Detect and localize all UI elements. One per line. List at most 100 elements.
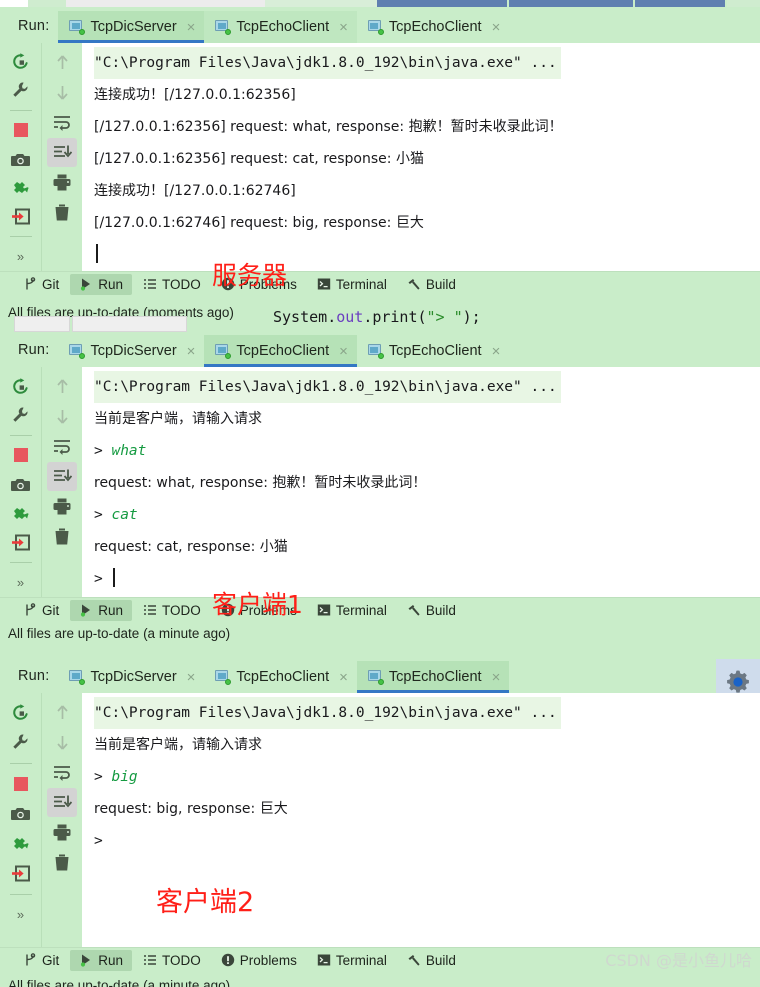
tab-tcpechoclient-b-2[interactable]: TcpEchoClient × xyxy=(357,335,509,367)
toolbar-problems-3[interactable]: Problems xyxy=(212,950,306,971)
toolbar-build-3[interactable]: Build xyxy=(398,950,465,971)
toolbar-label: Git xyxy=(42,602,60,618)
close-icon[interactable]: × xyxy=(187,344,196,359)
tab-tcpechoclient-b-3[interactable]: TcpEchoClient × xyxy=(356,661,510,693)
toolbar-problems-1[interactable]: Problems xyxy=(212,274,306,295)
wrench-icon[interactable] xyxy=(6,401,36,429)
close-icon[interactable]: × xyxy=(492,344,501,359)
text-caret xyxy=(113,568,116,587)
user-input: what xyxy=(111,443,147,459)
todo-list-icon xyxy=(144,605,157,615)
toolbar-terminal-3[interactable]: Terminal xyxy=(308,950,396,971)
close-icon[interactable]: × xyxy=(492,20,501,35)
gutter-divider xyxy=(9,763,32,764)
tab-tcpdicserver-2[interactable]: TcpDicServer × xyxy=(58,335,204,367)
sync-status-2: All files are up-to-date (a minute ago) xyxy=(0,622,760,644)
toolbar-label: Git xyxy=(42,952,60,968)
console-output-3[interactable]: "C:\Program Files\Java\jdk1.8.0_192\bin\… xyxy=(82,693,760,947)
expand-more-icon[interactable]: » xyxy=(6,568,36,596)
soft-wrap-icon[interactable] xyxy=(47,758,77,787)
scroll-to-end-icon[interactable] xyxy=(47,788,77,817)
scroll-to-end-icon[interactable] xyxy=(47,138,77,167)
arrow-up-icon[interactable] xyxy=(47,372,77,401)
arrow-down-icon[interactable] xyxy=(47,728,77,757)
attach-process-icon[interactable] xyxy=(6,528,36,556)
camera-icon[interactable] xyxy=(6,470,36,498)
toolbar-git-2[interactable]: Git xyxy=(14,600,68,621)
camera-icon[interactable] xyxy=(6,799,36,828)
close-icon[interactable]: × xyxy=(187,670,196,685)
wrench-icon[interactable] xyxy=(6,728,36,757)
toolbar-build-1[interactable]: Build xyxy=(398,274,465,295)
tab-tcpdicserver-3[interactable]: TcpDicServer × xyxy=(58,661,204,693)
close-icon[interactable]: × xyxy=(492,670,501,685)
toolbar-todo-1[interactable]: TODO xyxy=(134,274,210,295)
build-hammer-icon xyxy=(408,279,420,290)
console-line: 连接成功！[/127.0.0.1:62746] xyxy=(94,183,296,199)
trash-icon[interactable] xyxy=(47,522,77,551)
arrow-up-icon[interactable] xyxy=(47,698,77,727)
toolbar-todo-3[interactable]: TODO xyxy=(134,950,210,971)
git-branch-icon xyxy=(26,953,36,966)
server-panel: Run: TcpDicServer × TcpEchoClient × TcpE… xyxy=(0,9,760,296)
arrow-down-icon[interactable] xyxy=(47,78,77,107)
toolbar-run-2[interactable]: Run xyxy=(70,599,133,621)
expand-more-icon[interactable]: » xyxy=(6,900,36,929)
terminal-icon xyxy=(317,604,331,616)
wrench-icon[interactable] xyxy=(6,77,36,105)
stop-icon[interactable] xyxy=(6,441,36,469)
console-output-2[interactable]: "C:\Program Files\Java\jdk1.8.0_192\bin\… xyxy=(82,367,760,597)
rerun-icon[interactable] xyxy=(6,698,36,727)
tab-tcpechoclient-a-3[interactable]: TcpEchoClient × xyxy=(204,661,356,693)
console-output-1[interactable]: "C:\Program Files\Java\jdk1.8.0_192\bin\… xyxy=(82,43,760,271)
bug-export-icon[interactable] xyxy=(6,499,36,527)
rerun-icon[interactable] xyxy=(6,372,36,400)
attach-process-icon[interactable] xyxy=(6,859,36,888)
ide-screenshot: Run: TcpDicServer × TcpEchoClient × TcpE… xyxy=(0,0,760,987)
toolbar-git-1[interactable]: Git xyxy=(14,274,68,295)
attach-process-icon[interactable] xyxy=(6,203,36,231)
csdn-watermark: CSDN @是小鱼儿哈 xyxy=(605,951,752,970)
toolbar-todo-2[interactable]: TODO xyxy=(134,600,210,621)
tab-tcpdicserver-1[interactable]: TcpDicServer × xyxy=(58,11,205,43)
rerun-icon[interactable] xyxy=(6,48,36,76)
tab-tcpechoclient-a-1[interactable]: TcpEchoClient × xyxy=(204,11,357,43)
run-config-icon xyxy=(69,670,86,685)
trash-icon[interactable] xyxy=(47,198,77,227)
soft-wrap-icon[interactable] xyxy=(47,432,77,461)
close-icon[interactable]: × xyxy=(339,344,348,359)
arrow-up-icon[interactable] xyxy=(47,48,77,77)
sync-status-3: All files are up-to-date (a minute ago) xyxy=(0,972,760,987)
console-input-line: > big xyxy=(94,769,138,785)
tab-tcpechoclient-a-2[interactable]: TcpEchoClient × xyxy=(204,335,358,367)
trash-icon[interactable] xyxy=(47,848,77,877)
client2-panel: Run: TcpDicServer × TcpEchoClient × TcpE… xyxy=(0,659,760,987)
toolbar-terminal-2[interactable]: Terminal xyxy=(308,600,396,621)
print-icon[interactable] xyxy=(47,492,77,521)
arrow-down-icon[interactable] xyxy=(47,402,77,431)
toolbar-terminal-1[interactable]: Terminal xyxy=(308,274,396,295)
toolbar-run-1[interactable]: Run xyxy=(70,273,133,295)
console-line: [/127.0.0.1:62746] request: big, respons… xyxy=(94,215,424,231)
bug-export-icon[interactable] xyxy=(6,829,36,858)
expand-more-icon[interactable]: » xyxy=(6,242,36,270)
toolbar-run-3[interactable]: Run xyxy=(70,949,133,971)
scroll-to-end-icon[interactable] xyxy=(47,462,77,491)
toolbar-problems-2[interactable]: Problems xyxy=(212,600,306,621)
close-icon[interactable]: × xyxy=(339,20,348,35)
print-icon[interactable] xyxy=(47,168,77,197)
stop-icon[interactable] xyxy=(6,116,36,144)
close-icon[interactable]: × xyxy=(339,670,348,685)
tab-tcpechoclient-b-1[interactable]: TcpEchoClient × xyxy=(357,11,509,43)
toolbar-build-2[interactable]: Build xyxy=(398,600,465,621)
console-line: 连接成功！[/127.0.0.1:62356] xyxy=(94,87,296,103)
close-icon[interactable]: × xyxy=(187,20,196,35)
panel-body-1: » "C:\Program Files\Java\jdk1.8.0_192\bi… xyxy=(0,43,760,271)
stop-icon[interactable] xyxy=(6,769,36,798)
console-line: request: cat, response: 小猫 xyxy=(94,539,288,555)
bug-export-icon[interactable] xyxy=(6,174,36,202)
soft-wrap-icon[interactable] xyxy=(47,108,77,137)
camera-icon[interactable] xyxy=(6,145,36,173)
print-icon[interactable] xyxy=(47,818,77,847)
toolbar-git-3[interactable]: Git xyxy=(14,950,68,971)
